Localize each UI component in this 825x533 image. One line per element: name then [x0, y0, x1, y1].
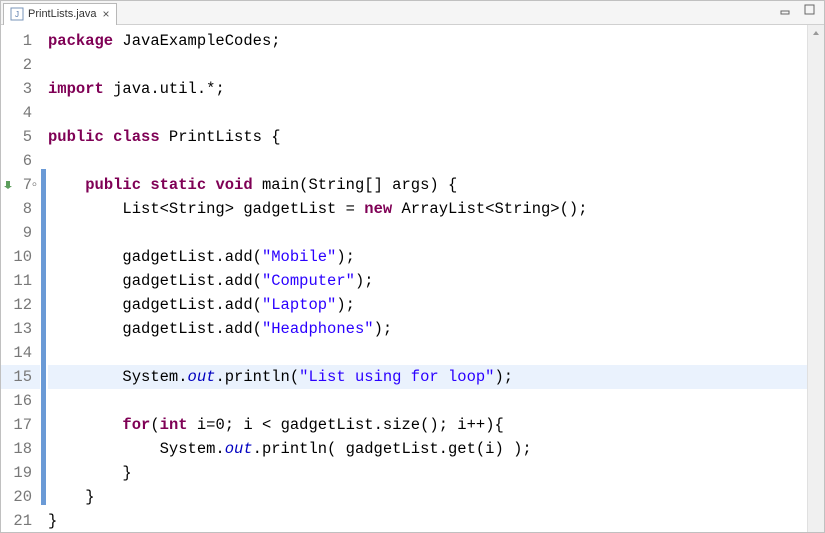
- code-token: public class: [48, 128, 169, 146]
- code-token: (: [150, 416, 159, 434]
- code-token: );: [336, 296, 355, 314]
- line-number-gutter: 1234567◦89101112131415161718192021: [1, 25, 41, 532]
- line-number: 10: [1, 245, 40, 269]
- code-line[interactable]: gadgetList.add("Computer");: [48, 269, 824, 293]
- code-token: int: [160, 416, 197, 434]
- code-token: System.: [48, 368, 188, 386]
- line-number: 9: [1, 221, 40, 245]
- scroll-up-arrow[interactable]: [809, 25, 824, 40]
- code-token: );: [495, 368, 514, 386]
- line-number: 6: [1, 149, 40, 173]
- code-line[interactable]: System.out.println( gadgetList.get(i) );: [48, 437, 824, 461]
- line-number: 20: [1, 485, 40, 509]
- code-token: gadgetList.add(: [48, 272, 262, 290]
- line-number: 18: [1, 437, 40, 461]
- svg-text:J: J: [15, 10, 19, 19]
- code-token: [48, 176, 85, 194]
- close-tab-icon[interactable]: ×: [102, 7, 109, 21]
- code-line[interactable]: }: [48, 485, 824, 509]
- code-token: public static void: [85, 176, 262, 194]
- code-line[interactable]: public static void main(String[] args) {: [48, 173, 824, 197]
- code-editor[interactable]: 1234567◦89101112131415161718192021 packa…: [1, 25, 824, 532]
- line-number: 13: [1, 317, 40, 341]
- code-token: );: [336, 248, 355, 266]
- line-number: 21: [1, 509, 40, 533]
- code-token: import: [48, 80, 113, 98]
- code-token: "Computer": [262, 272, 355, 290]
- line-number: 7◦: [1, 173, 40, 197]
- java-file-icon: J: [10, 7, 24, 21]
- code-token: gadgetList.add(: [48, 296, 262, 314]
- code-token: "Laptop": [262, 296, 336, 314]
- maximize-button[interactable]: [802, 3, 818, 17]
- code-line[interactable]: [48, 221, 824, 245]
- code-line[interactable]: [48, 341, 824, 365]
- code-line[interactable]: List<String> gadgetList = new ArrayList<…: [48, 197, 824, 221]
- line-number: 17: [1, 413, 40, 437]
- code-token: main(String[] args) {: [262, 176, 457, 194]
- line-number: 5: [1, 125, 40, 149]
- code-line[interactable]: [48, 389, 824, 413]
- code-token: List<String> gadgetList =: [48, 200, 364, 218]
- code-token: );: [355, 272, 374, 290]
- code-token: }: [48, 464, 132, 482]
- line-number: 2: [1, 53, 40, 77]
- code-token: package: [48, 32, 122, 50]
- code-line[interactable]: gadgetList.add("Mobile");: [48, 245, 824, 269]
- code-token: i=0; i < gadgetList.size(); i++){: [197, 416, 504, 434]
- code-token: PrintLists {: [169, 128, 281, 146]
- code-token: new: [364, 200, 401, 218]
- line-number: 4: [1, 101, 40, 125]
- code-token: java.util.*;: [113, 80, 225, 98]
- code-area[interactable]: package JavaExampleCodes; import java.ut…: [46, 25, 824, 532]
- code-line[interactable]: }: [48, 509, 824, 533]
- vertical-scrollbar[interactable]: [807, 25, 824, 532]
- code-line[interactable]: for(int i=0; i < gadgetList.size(); i++)…: [48, 413, 824, 437]
- code-token: }: [48, 488, 95, 506]
- code-token: gadgetList.add(: [48, 320, 262, 338]
- code-line[interactable]: }: [48, 461, 824, 485]
- line-number: 12: [1, 293, 40, 317]
- code-line[interactable]: [48, 101, 824, 125]
- code-token: ArrayList<String>();: [401, 200, 587, 218]
- tab-filename: PrintLists.java: [28, 8, 96, 20]
- line-number: 11: [1, 269, 40, 293]
- code-token: "List using for loop": [299, 368, 494, 386]
- editor-tab[interactable]: J PrintLists.java ×: [3, 3, 117, 25]
- code-token: "Mobile": [262, 248, 336, 266]
- code-token: .println( gadgetList.get(i) );: [253, 440, 532, 458]
- line-number: 3: [1, 77, 40, 101]
- code-token: for: [122, 416, 150, 434]
- minimize-button[interactable]: [778, 3, 794, 17]
- code-token: System.: [48, 440, 225, 458]
- line-number: 19: [1, 461, 40, 485]
- code-line[interactable]: gadgetList.add("Headphones");: [48, 317, 824, 341]
- code-token: out: [188, 368, 216, 386]
- code-token: [48, 416, 122, 434]
- code-token: .println(: [215, 368, 299, 386]
- code-token: "Headphones": [262, 320, 374, 338]
- line-number: 8: [1, 197, 40, 221]
- code-line[interactable]: package JavaExampleCodes;: [48, 29, 824, 53]
- line-number: 1: [1, 29, 40, 53]
- line-number: 16: [1, 389, 40, 413]
- code-token: );: [374, 320, 393, 338]
- code-token: JavaExampleCodes;: [122, 32, 280, 50]
- line-number: 15: [1, 365, 40, 389]
- code-line[interactable]: [48, 149, 824, 173]
- code-line[interactable]: System.out.println("List using for loop"…: [48, 365, 824, 389]
- code-token: }: [48, 512, 57, 530]
- line-number: 14: [1, 341, 40, 365]
- code-line[interactable]: [48, 53, 824, 77]
- code-token: gadgetList.add(: [48, 248, 262, 266]
- code-line[interactable]: gadgetList.add("Laptop");: [48, 293, 824, 317]
- window-controls: [778, 3, 818, 17]
- code-line[interactable]: public class PrintLists {: [48, 125, 824, 149]
- code-token: out: [225, 440, 253, 458]
- code-line[interactable]: import java.util.*;: [48, 77, 824, 101]
- editor-tab-bar: J PrintLists.java ×: [1, 1, 824, 25]
